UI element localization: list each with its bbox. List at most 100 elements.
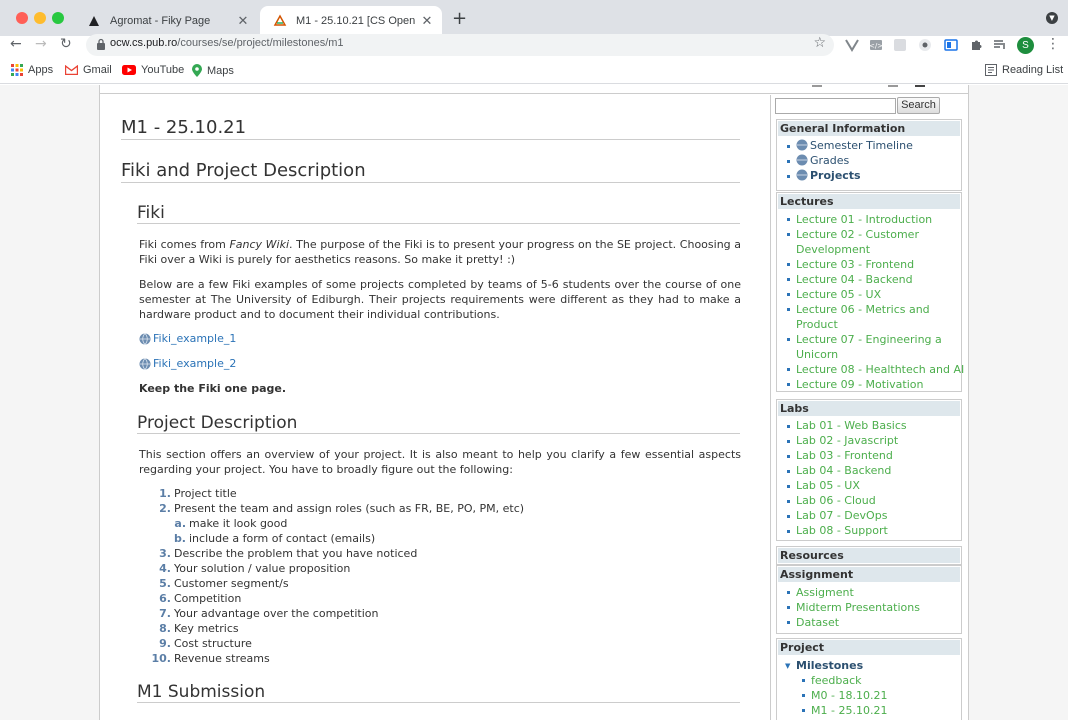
sidebar-item-lab-06[interactable]: Lab 06 - Cloud (796, 493, 876, 508)
globe-icon (139, 357, 151, 370)
sidebar-item-lab-01[interactable]: Lab 01 - Web Basics (796, 418, 907, 433)
close-tab-icon[interactable]: ✕ (418, 13, 436, 29)
sidebar-item-lecture-05[interactable]: Lecture 05 - UX (796, 287, 881, 302)
maximize-window-button[interactable] (52, 12, 64, 24)
list-item: include a form of contact (emails) (189, 532, 376, 545)
sidebar-item-lab-04[interactable]: Lab 04 - Backend (796, 463, 891, 478)
list-number: 5. (159, 577, 171, 590)
lock-icon (97, 38, 105, 50)
lectures-heading: Lectures (778, 194, 960, 209)
list-item: Revenue streams (174, 652, 270, 665)
profile-avatar[interactable]: S (1017, 37, 1034, 54)
globe-icon (139, 332, 151, 345)
maps-pin-icon (192, 64, 202, 77)
expand-triangle-icon[interactable]: ▼ (785, 662, 790, 670)
sidebar-item-lab-08[interactable]: Lab 08 - Support (796, 523, 888, 538)
sidebar-item-projects[interactable]: Projects (796, 168, 861, 183)
fiki-example-1-link[interactable]: Fiki_example_1 (139, 332, 236, 345)
reading-list-button[interactable]: Reading List (985, 64, 1063, 76)
toolbar-icon[interactable] (812, 85, 822, 87)
sidebar-item-lab-05[interactable]: Lab 05 - UX (796, 478, 860, 493)
puzzle-icon[interactable] (969, 38, 983, 52)
tab-agromat[interactable]: Agromat - Fiky Page ✕ (74, 6, 258, 36)
list-number: 2. (159, 502, 171, 515)
sidebar-item-m1[interactable]: M1 - 25.10.21 (811, 703, 887, 718)
triangle-icon (86, 13, 102, 29)
sidebar-item-lecture-03[interactable]: Lecture 03 - Frontend (796, 257, 914, 272)
sidebar-item-lab-03[interactable]: Lab 03 - Frontend (796, 448, 893, 463)
sidebar-item-lecture-07[interactable]: Lecture 07 - Engineering a (796, 332, 942, 347)
page-title: M1 - 25.10.21 (121, 117, 740, 140)
tab-m1[interactable]: M1 - 25.10.21 [CS Open Cours ✕ (260, 6, 442, 36)
sidebar-item-lecture-08[interactable]: Lecture 08 - Healthtech and AI (796, 362, 964, 377)
youtube-icon (122, 65, 136, 75)
web-page: M1 - 25.10.21 Fiki and Project Descripti… (0, 85, 1068, 720)
search-button[interactable]: Search (897, 97, 940, 114)
list-number: 8. (159, 622, 171, 635)
bookmark-youtube[interactable]: YouTube (122, 64, 184, 76)
sidebar-item-lecture-06-cont[interactable]: Product (796, 317, 838, 332)
fiki-example-2-link[interactable]: Fiki_example_2 (139, 357, 236, 370)
list-item: Your solution / value proposition (174, 562, 351, 575)
list-item: Describe the problem that you have notic… (174, 547, 418, 560)
search-input[interactable] (775, 98, 896, 114)
sidebar-item-milestones[interactable]: Milestones (796, 658, 863, 673)
list-item: make it look good (189, 517, 288, 530)
reading-list-icon (985, 64, 997, 76)
sidebar-item-feedback[interactable]: feedback (811, 673, 862, 688)
sidebar-item-m0[interactable]: M0 - 18.10.21 (811, 688, 887, 703)
section-title: Fiki and Project Description (121, 160, 740, 183)
sidebar-item-lab-02[interactable]: Lab 02 - Javascript (796, 433, 898, 448)
general-information-heading: General Information (778, 121, 960, 136)
sidebar-item-semester-timeline[interactable]: Semester Timeline (796, 138, 913, 153)
back-icon[interactable]: ← (10, 36, 22, 52)
bookmark-apps[interactable]: Apps (11, 64, 53, 76)
toolbar-icon[interactable] (915, 85, 925, 87)
list-number: b. (173, 532, 186, 545)
sidebar-item-lecture-09[interactable]: Lecture 09 - Motivation (796, 377, 923, 392)
sidebar-item-lab-07[interactable]: Lab 07 - DevOps (796, 508, 887, 523)
close-window-button[interactable] (16, 12, 28, 24)
extension-v-icon[interactable] (845, 38, 859, 52)
tab-title: M1 - 25.10.21 [CS Open Cours (296, 15, 418, 27)
globe-icon (796, 169, 808, 181)
sidebar-item-lecture-02-cont[interactable]: Development (796, 242, 870, 257)
resources-heading[interactable]: Resources (778, 548, 960, 563)
extension-eye-icon[interactable] (918, 38, 932, 52)
list-number: 4. (159, 562, 171, 575)
extension-window-icon[interactable] (944, 38, 958, 52)
list-number: 1. (159, 487, 171, 500)
sidebar-item-assigment[interactable]: Assigment (796, 585, 854, 600)
browser-menu-icon[interactable]: ⋮ (1046, 36, 1060, 52)
sidebar-item-lecture-07-cont[interactable]: Unicorn (796, 347, 838, 362)
sidebar-item-lecture-06[interactable]: Lecture 06 - Metrics and (796, 302, 930, 317)
project-description-paragraph: This section offers an overview of your … (139, 448, 741, 476)
extension-grid-icon[interactable] (893, 38, 907, 52)
sidebar-item-lecture-04[interactable]: Lecture 04 - Backend (796, 272, 913, 287)
close-tab-icon[interactable]: ✕ (234, 13, 252, 29)
list-item: Present the team and assign roles (such … (174, 502, 525, 515)
bookmark-star-icon[interactable]: ☆ (813, 35, 826, 51)
sidebar-item-lecture-02[interactable]: Lecture 02 - Customer (796, 227, 919, 242)
sidebar-item-midterm-presentations[interactable]: Midterm Presentations (796, 600, 920, 615)
media-control-icon[interactable] (993, 38, 1007, 52)
address-bar[interactable]: ocw.cs.pub.ro/courses/se/project/milesto… (86, 34, 834, 56)
new-tab-icon[interactable]: + (452, 8, 467, 29)
sidebar-item-grades[interactable]: Grades (796, 153, 849, 168)
tab-search-icon[interactable]: ▼ (1046, 12, 1058, 24)
list-item: Customer segment/s (174, 577, 289, 590)
fiki-heading: Fiki (137, 203, 740, 224)
forward-icon[interactable]: → (35, 36, 47, 52)
list-number: 3. (159, 547, 171, 560)
minimize-window-button[interactable] (34, 12, 46, 24)
sidebar-item-lecture-01[interactable]: Lecture 01 - Introduction (796, 212, 932, 227)
list-item: Your advantage over the competition (174, 607, 379, 620)
reload-icon[interactable]: ↻ (60, 36, 72, 52)
bookmark-maps[interactable]: Maps (192, 64, 234, 77)
toolbar-icon[interactable] (888, 85, 898, 87)
extension-code-icon[interactable]: </> (869, 38, 883, 52)
bookmark-gmail[interactable]: Gmail (65, 64, 112, 76)
sidebar-item-dataset[interactable]: Dataset (796, 615, 839, 630)
list-item: Competition (174, 592, 242, 605)
list-number: 6. (159, 592, 171, 605)
